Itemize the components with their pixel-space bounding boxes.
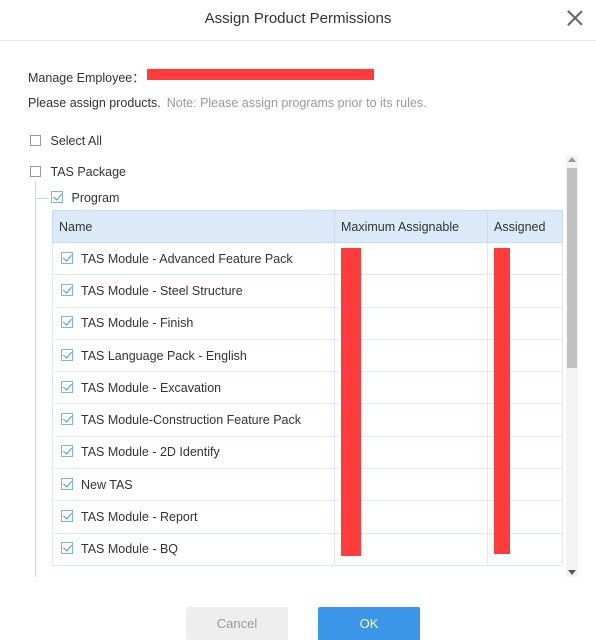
row-checkbox[interactable] (61, 510, 73, 523)
tas-package-checkbox[interactable] (30, 166, 41, 177)
employee-label: Manage Employee： (28, 71, 145, 85)
row-checkbox[interactable] (61, 380, 73, 393)
row-checkbox[interactable] (61, 413, 73, 426)
redacted-employee-name (147, 69, 374, 80)
table-row[interactable]: New TAS (52, 468, 563, 502)
row-checkbox[interactable] (61, 283, 73, 296)
row-name-cell: TAS Module - Advanced Feature Pack (52, 241, 335, 276)
program-table: Name Maximum Assignable Assigned TAS Mod… (52, 210, 563, 566)
row-name-cell: TAS Module - Steel Structure (52, 274, 335, 308)
program-checkbox[interactable] (51, 191, 63, 203)
row-name-label: TAS Module-Construction Feature Pack (81, 413, 302, 428)
select-all-label: Select All (50, 134, 102, 148)
tas-package-label: TAS Package (50, 165, 126, 179)
redacted-max-column (341, 248, 361, 556)
table-row[interactable]: TAS Module - 2D Identify (52, 435, 563, 470)
row-name-label: TAS Module - BQ (81, 542, 179, 557)
tas-package-row[interactable]: TAS Package (30, 165, 126, 179)
select-all-row[interactable]: Select All (30, 134, 102, 148)
table-row[interactable]: TAS Module - Report (52, 500, 563, 534)
row-name-cell: New TAS (52, 468, 335, 502)
tree-connector-branch (35, 198, 49, 199)
row-name-label: TAS Module - Finish (81, 316, 194, 331)
row-checkbox[interactable] (61, 477, 73, 490)
row-name-cell: TAS Module - 2D Identify (52, 435, 335, 470)
row-name-cell: TAS Module - Report (52, 500, 335, 534)
select-all-checkbox[interactable] (30, 135, 41, 146)
row-name-cell: TAS Language Pack - English (52, 338, 335, 373)
cancel-button[interactable]: Cancel (186, 607, 288, 640)
column-header-max: Maximum Assignable (334, 210, 488, 243)
dialog-title: Assign Product Permissions (204, 10, 392, 27)
row-name-cell: TAS Module - Excavation (52, 371, 335, 405)
row-name-label: TAS Module - Report (81, 510, 198, 525)
table-row[interactable]: TAS Module-Construction Feature Pack (52, 403, 563, 437)
program-row[interactable]: Program (51, 191, 119, 205)
row-name-cell: TAS Module - Finish (52, 306, 335, 340)
table-row[interactable]: TAS Module - Excavation (52, 371, 563, 405)
table-row[interactable]: TAS Module - BQ (52, 532, 563, 566)
row-checkbox[interactable] (61, 316, 73, 329)
table-row[interactable]: TAS Module - Finish (52, 306, 563, 340)
scroll-thumb[interactable] (567, 168, 577, 368)
vertical-scrollbar[interactable] (566, 155, 578, 577)
row-name-cell: TAS Module-Construction Feature Pack (52, 403, 335, 437)
close-icon[interactable] (564, 7, 586, 29)
row-checkbox[interactable] (61, 445, 73, 458)
scroll-down-arrow-icon[interactable] (568, 570, 576, 575)
row-name-cell: TAS Module - BQ (52, 532, 335, 566)
instructions-note: Note: Please assign programs prior to it… (166, 96, 427, 110)
program-label: Program (71, 191, 120, 205)
row-name-label: TAS Language Pack - English (81, 348, 247, 363)
column-header-name: Name (52, 210, 335, 243)
column-header-assigned: Assigned (487, 210, 563, 243)
row-name-label: TAS Module - 2D Identify (81, 445, 220, 460)
table-row[interactable]: TAS Language Pack - English (52, 338, 563, 373)
instructions: Please assign products. Note: Please assi… (28, 96, 427, 110)
row-checkbox[interactable] (61, 348, 73, 361)
row-name-label: New TAS (81, 477, 133, 492)
row-checkbox[interactable] (61, 251, 73, 264)
ok-button[interactable]: OK (318, 607, 420, 640)
redacted-assigned-column (494, 248, 510, 554)
row-name-label: TAS Module - Advanced Feature Pack (81, 251, 293, 266)
table-row[interactable]: TAS Module - Steel Structure (52, 274, 563, 308)
row-name-label: TAS Module - Excavation (81, 380, 222, 395)
instructions-text: Please assign products. (28, 96, 161, 110)
table-row[interactable]: TAS Module - Advanced Feature Pack (52, 241, 563, 276)
row-checkbox[interactable] (61, 542, 73, 555)
row-name-label: TAS Module - Steel Structure (81, 283, 243, 298)
tree-connector (35, 181, 36, 577)
scroll-up-arrow-icon[interactable] (568, 157, 576, 162)
dialog-header: Assign Product Permissions (0, 0, 596, 41)
